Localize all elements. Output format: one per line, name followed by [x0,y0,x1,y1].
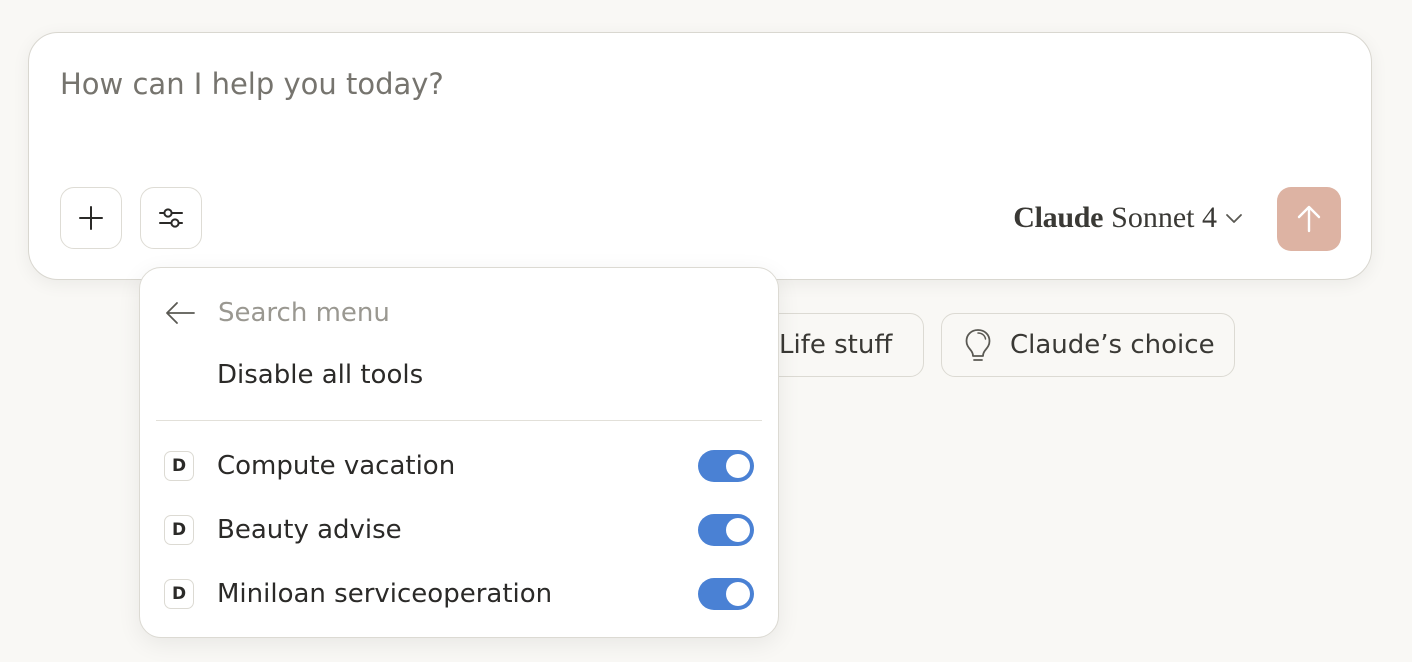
toggle-knob [726,518,750,542]
tool-toggle[interactable] [698,578,754,610]
toggle-knob [726,454,750,478]
tool-row-compute-vacation[interactable]: D Compute vacation [164,446,754,486]
suggestion-label: Life stuff [779,330,893,360]
tool-label: Compute vacation [217,451,456,481]
add-attachment-button[interactable] [60,187,122,249]
tool-badge: D [164,579,194,609]
tool-row-beauty-advise[interactable]: D Beauty advise [164,510,754,550]
tool-label: Miniloan serviceoperation [217,579,553,609]
menu-search [164,290,718,336]
tool-badge: D [164,515,194,545]
suggestion-label: Claude’s choice [1010,330,1215,360]
prompt-input[interactable] [60,67,1260,101]
disable-all-tools-button[interactable]: Disable all tools [217,360,423,390]
model-name: Claude Sonnet 4 [1013,201,1217,235]
tool-label: Beauty advise [217,515,402,545]
arrow-left-icon[interactable] [164,298,196,328]
tools-button[interactable] [140,187,202,249]
suggestion-claudes-choice[interactable]: Claude’s choice [941,313,1235,377]
tool-toggle[interactable] [698,514,754,546]
tool-toggle[interactable] [698,450,754,482]
model-version: Sonnet 4 [1111,201,1217,234]
arrow-up-icon [1297,205,1321,233]
sliders-icon [159,208,183,228]
tool-row-miniloan-serviceoperation[interactable]: D Miniloan serviceoperation [164,574,754,614]
chat-composer: Claude Sonnet 4 [28,32,1372,280]
search-menu-input[interactable] [218,298,718,328]
model-selector[interactable]: Claude Sonnet 4 [1013,201,1243,235]
tool-badge: D [164,451,194,481]
send-button[interactable] [1277,187,1341,251]
tools-menu: Disable all tools D Compute vacation D B… [139,267,779,638]
model-brand: Claude [1013,201,1104,234]
plus-icon [79,206,103,230]
toggle-knob [726,582,750,606]
chevron-down-icon [1226,214,1242,223]
divider [156,420,762,421]
lightbulb-icon [965,329,991,361]
